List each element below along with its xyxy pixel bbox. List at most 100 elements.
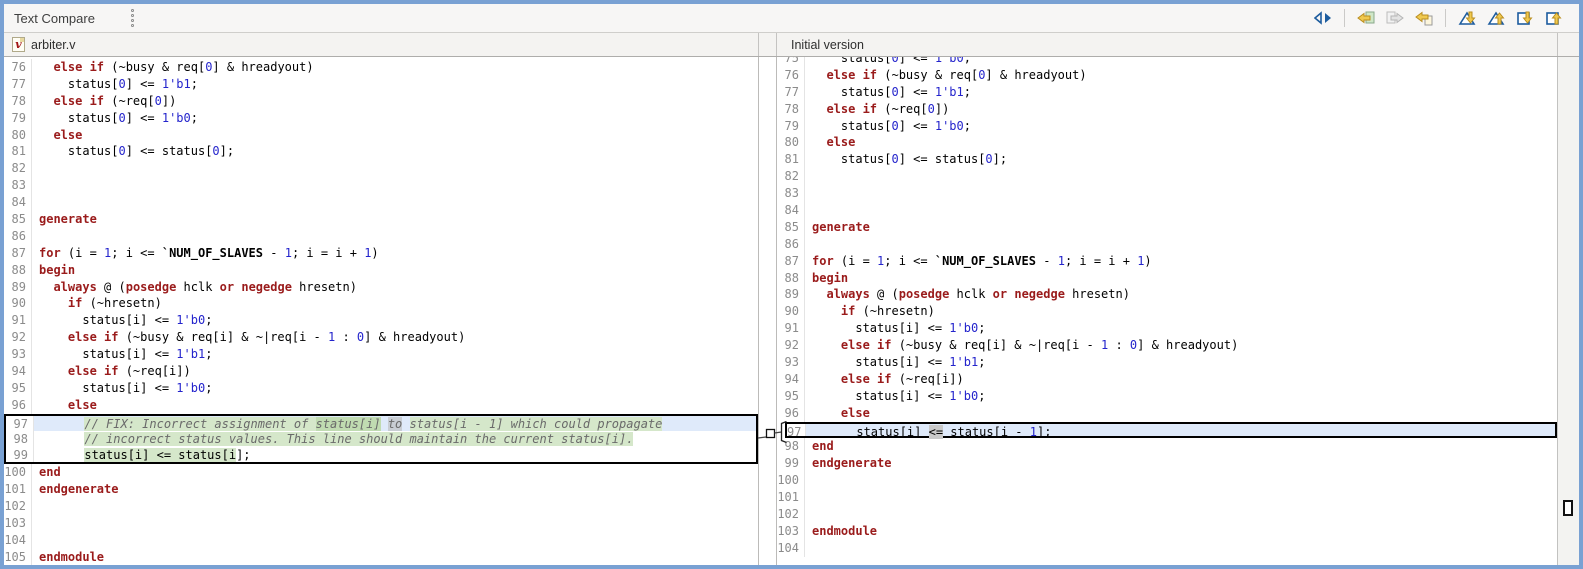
code-line[interactable]: 81 status[0] <= status[0]; [4,143,758,161]
line-number: 100 [777,472,805,490]
overview-change-marker[interactable] [1563,500,1573,516]
overview-ruler[interactable] [1557,57,1579,565]
code-line[interactable]: 96 else [4,396,758,414]
code-line[interactable]: 76 else if (~busy & req[0] & hreadyout) [777,66,1557,84]
line-number: 104 [777,539,805,557]
right-code-pane[interactable]: 75 status[0] <= 1'b0; 76 else if (~busy &… [777,57,1557,565]
previous-change-icon[interactable] [1543,7,1565,29]
line-number: 83 [777,185,805,203]
code-line[interactable]: 79 status[0] <= 1'b0; [4,109,758,127]
code-line[interactable]: 97 status[i] <= status[i - 1]; [785,421,1557,439]
code-line[interactable]: 93 status[i] <= 1'b1; [777,354,1557,371]
code-line[interactable]: 79 status[0] <= 1'b0; [777,117,1557,135]
line-number: 98 [777,438,805,456]
code-line[interactable]: 104 [777,539,1557,557]
code-line[interactable]: 95 status[i] <= 1'b0; [4,379,758,397]
copy-all-right-to-left-icon[interactable] [1355,7,1377,29]
code-line[interactable]: 95 status[i] <= 1'b0; [777,387,1557,405]
code-line[interactable]: 89 always @ (posedge hclk or negedge hre… [4,278,758,296]
line-number: 82 [4,160,32,178]
code-line[interactable]: 88 begin [777,269,1557,287]
code-line[interactable]: 100 [777,472,1557,490]
line-number: 76 [777,66,805,84]
code-line[interactable]: 83 [4,177,758,195]
code-line[interactable]: 85 generate [777,218,1557,236]
code-line[interactable]: 101 endgenerate [4,481,758,499]
next-difference-icon[interactable] [1456,7,1478,29]
line-content [805,472,1557,489]
code-line[interactable]: 80 else [4,126,758,144]
line-content: else if (~req[0]) [53,93,177,108]
copy-current-change-right-to-left-icon[interactable] [1413,7,1435,29]
line-content [32,498,758,515]
line-content [805,185,1557,202]
code-line[interactable]: 102 [777,506,1557,523]
line-number: 94 [4,363,32,380]
code-line[interactable]: 105 endmodule [4,548,758,565]
line-number: 77 [4,75,32,93]
code-line[interactable]: 103 [4,515,758,532]
left-code-pane[interactable]: 76 else if (~busy & req[0] & hreadyout) 7… [4,57,758,565]
code-line[interactable]: 76 else if (~busy & req[0] & hreadyout) [4,59,758,76]
line-number: 92 [777,337,805,355]
code-line[interactable]: 87 for (i = 1; i <= `NUM_OF_SLAVES - 1; i… [4,244,758,262]
line-content [32,177,758,194]
view-menu-dots-icon[interactable] [130,9,134,27]
code-line[interactable]: 97 // FIX: Incorrect assignment of statu… [4,413,758,431]
code-line[interactable]: 86 [777,235,1557,253]
code-line[interactable]: 103 endmodule [777,522,1557,540]
code-line[interactable]: 98 // incorrect status values. This line… [4,430,758,448]
code-line[interactable]: 75 status[0] <= 1'b0; [777,57,1557,67]
previous-difference-icon[interactable] [1485,7,1507,29]
code-line[interactable]: 77 status[0] <= 1'b1; [777,83,1557,101]
code-line[interactable]: 84 [4,194,758,212]
line-content: endmodule [812,523,878,538]
code-line[interactable]: 100 end [4,464,758,482]
code-line[interactable]: 85 generate [4,211,758,228]
code-line[interactable]: 86 [4,227,758,245]
code-line[interactable]: 77 status[0] <= 1'b1; [4,75,758,93]
line-number: 105 [4,548,32,565]
line-number: 91 [4,312,32,330]
swap-left-right-icon[interactable] [1312,7,1334,29]
code-line[interactable]: 84 [777,202,1557,219]
line-content: // incorrect status values. This line sh… [84,431,634,446]
code-line[interactable]: 90 if (~hresetn) [777,303,1557,321]
left-pane-title-label: arbiter.v [31,37,76,52]
code-line[interactable]: 104 [4,531,758,549]
line-content: else [826,135,856,150]
code-line[interactable]: 99 status[i] <= status[i]; [4,447,758,465]
code-line[interactable]: 88 begin [4,261,758,279]
code-line[interactable]: 101 [777,489,1557,507]
code-line[interactable]: 92 else if (~busy & req[i] & ~|req[i - 1… [4,329,758,347]
line-content: else if (~busy & req[i] & ~|req[i - 1 : … [840,338,1239,353]
code-line[interactable]: 91 status[i] <= 1'b0; [777,320,1557,338]
code-line[interactable]: 91 status[i] <= 1'b0; [4,312,758,330]
code-line[interactable]: 78 else if (~req[0]) [4,92,758,110]
code-line[interactable]: 83 [777,185,1557,203]
code-line[interactable]: 87 for (i = 1; i <= `NUM_OF_SLAVES - 1; i… [777,252,1557,270]
code-line[interactable]: 82 [4,160,758,178]
code-line[interactable]: 102 [4,498,758,516]
line-content: // FIX: Incorrect assignment of status[i… [34,415,756,431]
code-line[interactable]: 96 else [777,404,1557,422]
line-number: 103 [777,522,805,540]
code-line[interactable]: 99 endgenerate [777,455,1557,473]
code-line[interactable]: 98 end [777,438,1557,456]
line-number: 101 [777,489,805,507]
code-line[interactable]: 80 else [777,134,1557,152]
line-number: 90 [777,303,805,321]
copy-all-left-to-right-icon[interactable] [1384,7,1406,29]
line-number: 89 [4,278,32,296]
code-line[interactable]: 94 else if (~req[i]) [777,370,1557,388]
code-line[interactable]: 82 [777,168,1557,186]
code-line[interactable]: 93 status[i] <= 1'b1; [4,346,758,364]
ruler-title-spacer [1557,33,1579,56]
code-line[interactable]: 81 status[0] <= status[0]; [777,151,1557,169]
code-line[interactable]: 92 else if (~busy & req[i] & ~|req[i - 1… [777,337,1557,355]
code-line[interactable]: 89 always @ (posedge hclk or negedge hre… [777,286,1557,304]
next-change-icon[interactable] [1514,7,1536,29]
code-line[interactable]: 78 else if (~req[0]) [777,100,1557,118]
code-line[interactable]: 94 else if (~req[i]) [4,363,758,380]
code-line[interactable]: 90 if (~hresetn) [4,295,758,313]
